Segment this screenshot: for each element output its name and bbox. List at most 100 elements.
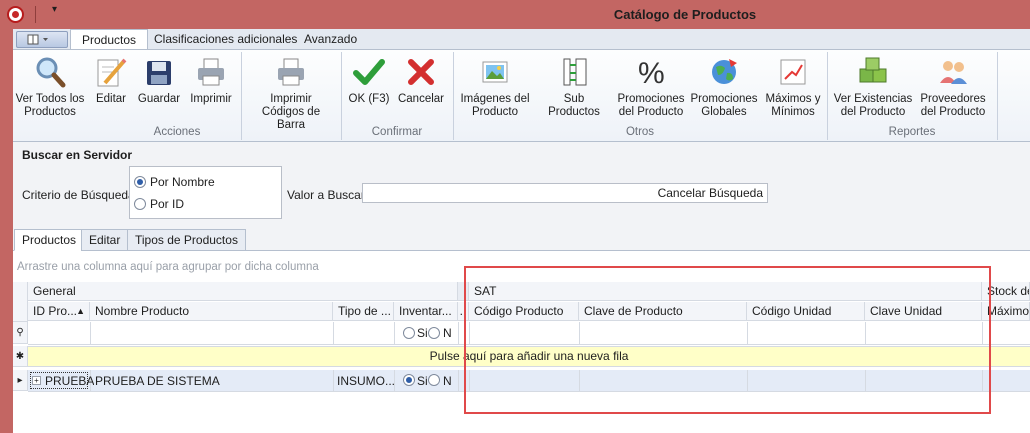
- editar-button[interactable]: Editar: [90, 55, 132, 106]
- row-radio-no[interactable]: [428, 374, 440, 386]
- group-label-otros: Otros: [625, 126, 655, 138]
- filter-radio-no-label: N: [443, 326, 452, 340]
- tree-icon: [557, 55, 591, 89]
- col-header-collapsed[interactable]: ..: [458, 302, 469, 321]
- col-header-nombre[interactable]: Nombre Producto: [90, 302, 333, 321]
- current-row-icon: ▸: [13, 370, 28, 391]
- new-row[interactable]: Pulse aquí para añadir una nueva fila: [28, 346, 1030, 367]
- grid-line: [579, 322, 580, 344]
- tab-productos[interactable]: Productos: [14, 229, 85, 251]
- col-header-clave-unidad[interactable]: Clave Unidad: [865, 302, 982, 321]
- col-header-codigo-producto[interactable]: Código Producto: [469, 302, 579, 321]
- cancel-search-button[interactable]: Cancelar Búsqueda: [658, 186, 763, 200]
- grid-line: [90, 322, 91, 344]
- criteria-label: Criterio de Búsqueda: [22, 188, 135, 202]
- people-icon: [936, 55, 970, 89]
- grid-line: [458, 322, 459, 344]
- imprimir-button[interactable]: Imprimir: [188, 55, 234, 106]
- radio-por-id[interactable]: [134, 198, 146, 210]
- green-check-icon: [352, 55, 386, 89]
- grid-line: [747, 370, 748, 391]
- cell-nombre[interactable]: PRUEBA DE SISTEMA: [95, 374, 220, 388]
- boxes-icon: [856, 55, 890, 89]
- tab-editar[interactable]: Editar: [81, 229, 129, 251]
- group-label-acciones: Acciones: [153, 126, 201, 138]
- picture-icon: [478, 55, 512, 89]
- window-title: Catálogo de Productos: [613, 7, 757, 22]
- search-title: Buscar en Servidor: [22, 148, 133, 162]
- app-menu-icon: [27, 34, 48, 45]
- proveedores-button[interactable]: Proveedores del Producto: [918, 55, 988, 119]
- criteria-radio-group: [129, 166, 282, 219]
- row-radio-si[interactable]: [403, 374, 415, 386]
- promociones-producto-button[interactable]: % Promociones del Producto: [617, 55, 685, 119]
- tab-tipos-productos[interactable]: Tipos de Productos: [127, 229, 246, 251]
- band-sat[interactable]: SAT: [469, 282, 982, 301]
- grid-line: [747, 322, 748, 344]
- group-label-confirmar: Confirmar: [371, 126, 423, 138]
- col-header-codigo-unidad[interactable]: Código Unidad: [747, 302, 865, 321]
- band-general[interactable]: General: [28, 282, 458, 301]
- row-border: [28, 391, 1030, 392]
- col-header-clave-producto[interactable]: Clave de Producto: [579, 302, 747, 321]
- col-header-maximo[interactable]: Máximo: [982, 302, 1030, 321]
- promociones-globales-button[interactable]: Promociones Globales: [690, 55, 758, 119]
- svg-text:%: %: [638, 57, 665, 89]
- group-label-reportes: Reportes: [888, 126, 936, 138]
- group-separator: [997, 52, 998, 140]
- app-menu-button[interactable]: [16, 31, 68, 48]
- products-grid: [13, 251, 1030, 433]
- pencil-paper-icon: [94, 55, 128, 89]
- grid-line: [579, 370, 580, 391]
- grid-line: [394, 322, 395, 344]
- cell-id[interactable]: PRUEBA: [45, 374, 94, 388]
- filter-radio-si[interactable]: [403, 327, 415, 339]
- guardar-button[interactable]: Guardar: [136, 55, 182, 106]
- globe-icon: [707, 55, 741, 89]
- band-gap: [458, 282, 469, 301]
- radio-por-id-label[interactable]: Por ID: [150, 197, 184, 211]
- value-label: Valor a Buscar: [287, 188, 365, 202]
- magnifier-icon: [33, 55, 67, 89]
- cell-tipo[interactable]: INSUMO...: [337, 374, 395, 388]
- printer-icon: [194, 55, 228, 89]
- ribbon-tab-productos[interactable]: Productos: [70, 29, 149, 50]
- imprimir-codigos-button[interactable]: Imprimir Códigos de Barra: [248, 55, 334, 132]
- ver-todos-button[interactable]: Ver Todos los Productos: [15, 55, 85, 119]
- ribbon-tab-avanzado[interactable]: Avanzado: [293, 29, 368, 50]
- left-border: [0, 29, 13, 433]
- grid-line: [469, 322, 470, 344]
- grid-line: [865, 322, 866, 344]
- filter-radio-no[interactable]: [428, 327, 440, 339]
- search-input[interactable]: Cancelar Búsqueda: [362, 183, 768, 203]
- radio-por-nombre-label[interactable]: Por Nombre: [150, 175, 215, 189]
- band-stock[interactable]: Stock de: [982, 282, 1030, 301]
- ver-existencias-button[interactable]: Ver Existencias del Producto: [833, 55, 913, 119]
- grid-line: [469, 370, 470, 391]
- cancelar-button[interactable]: Cancelar: [397, 55, 445, 106]
- row-radio-si-label: Si: [417, 374, 428, 388]
- chart-icon: [776, 55, 810, 89]
- red-x-icon: [404, 55, 438, 89]
- grid-line: [982, 322, 983, 344]
- printer-icon: [274, 55, 308, 89]
- ok-button[interactable]: OK (F3): [347, 55, 391, 106]
- sort-asc-icon: ▲: [76, 306, 85, 316]
- floppy-disk-icon: [142, 55, 176, 89]
- imagenes-button[interactable]: Imágenes del Producto: [459, 55, 531, 119]
- ribbon-tab-clasificaciones[interactable]: Clasificaciones adicionales: [143, 29, 308, 50]
- sub-productos-button[interactable]: Sub Productos: [537, 55, 611, 119]
- maximos-minimos-button[interactable]: Máximos y Mínimos: [763, 55, 823, 119]
- filter-row-icon: ⚲: [13, 322, 28, 344]
- percent-icon: %: [634, 55, 668, 90]
- row-radio-no-label: N: [443, 374, 452, 388]
- col-header-inventariable[interactable]: Inventar...: [394, 302, 458, 321]
- col-header-id[interactable]: ID Pro... ▲: [28, 302, 90, 321]
- grid-line: [333, 370, 334, 391]
- new-row-icon: ✱: [13, 346, 28, 367]
- col-header-tipo[interactable]: Tipo de ...: [333, 302, 394, 321]
- radio-por-nombre[interactable]: [134, 176, 146, 188]
- filter-radio-si-label: Si: [417, 326, 428, 340]
- expand-row-icon[interactable]: +: [32, 376, 41, 385]
- grid-line: [982, 370, 983, 391]
